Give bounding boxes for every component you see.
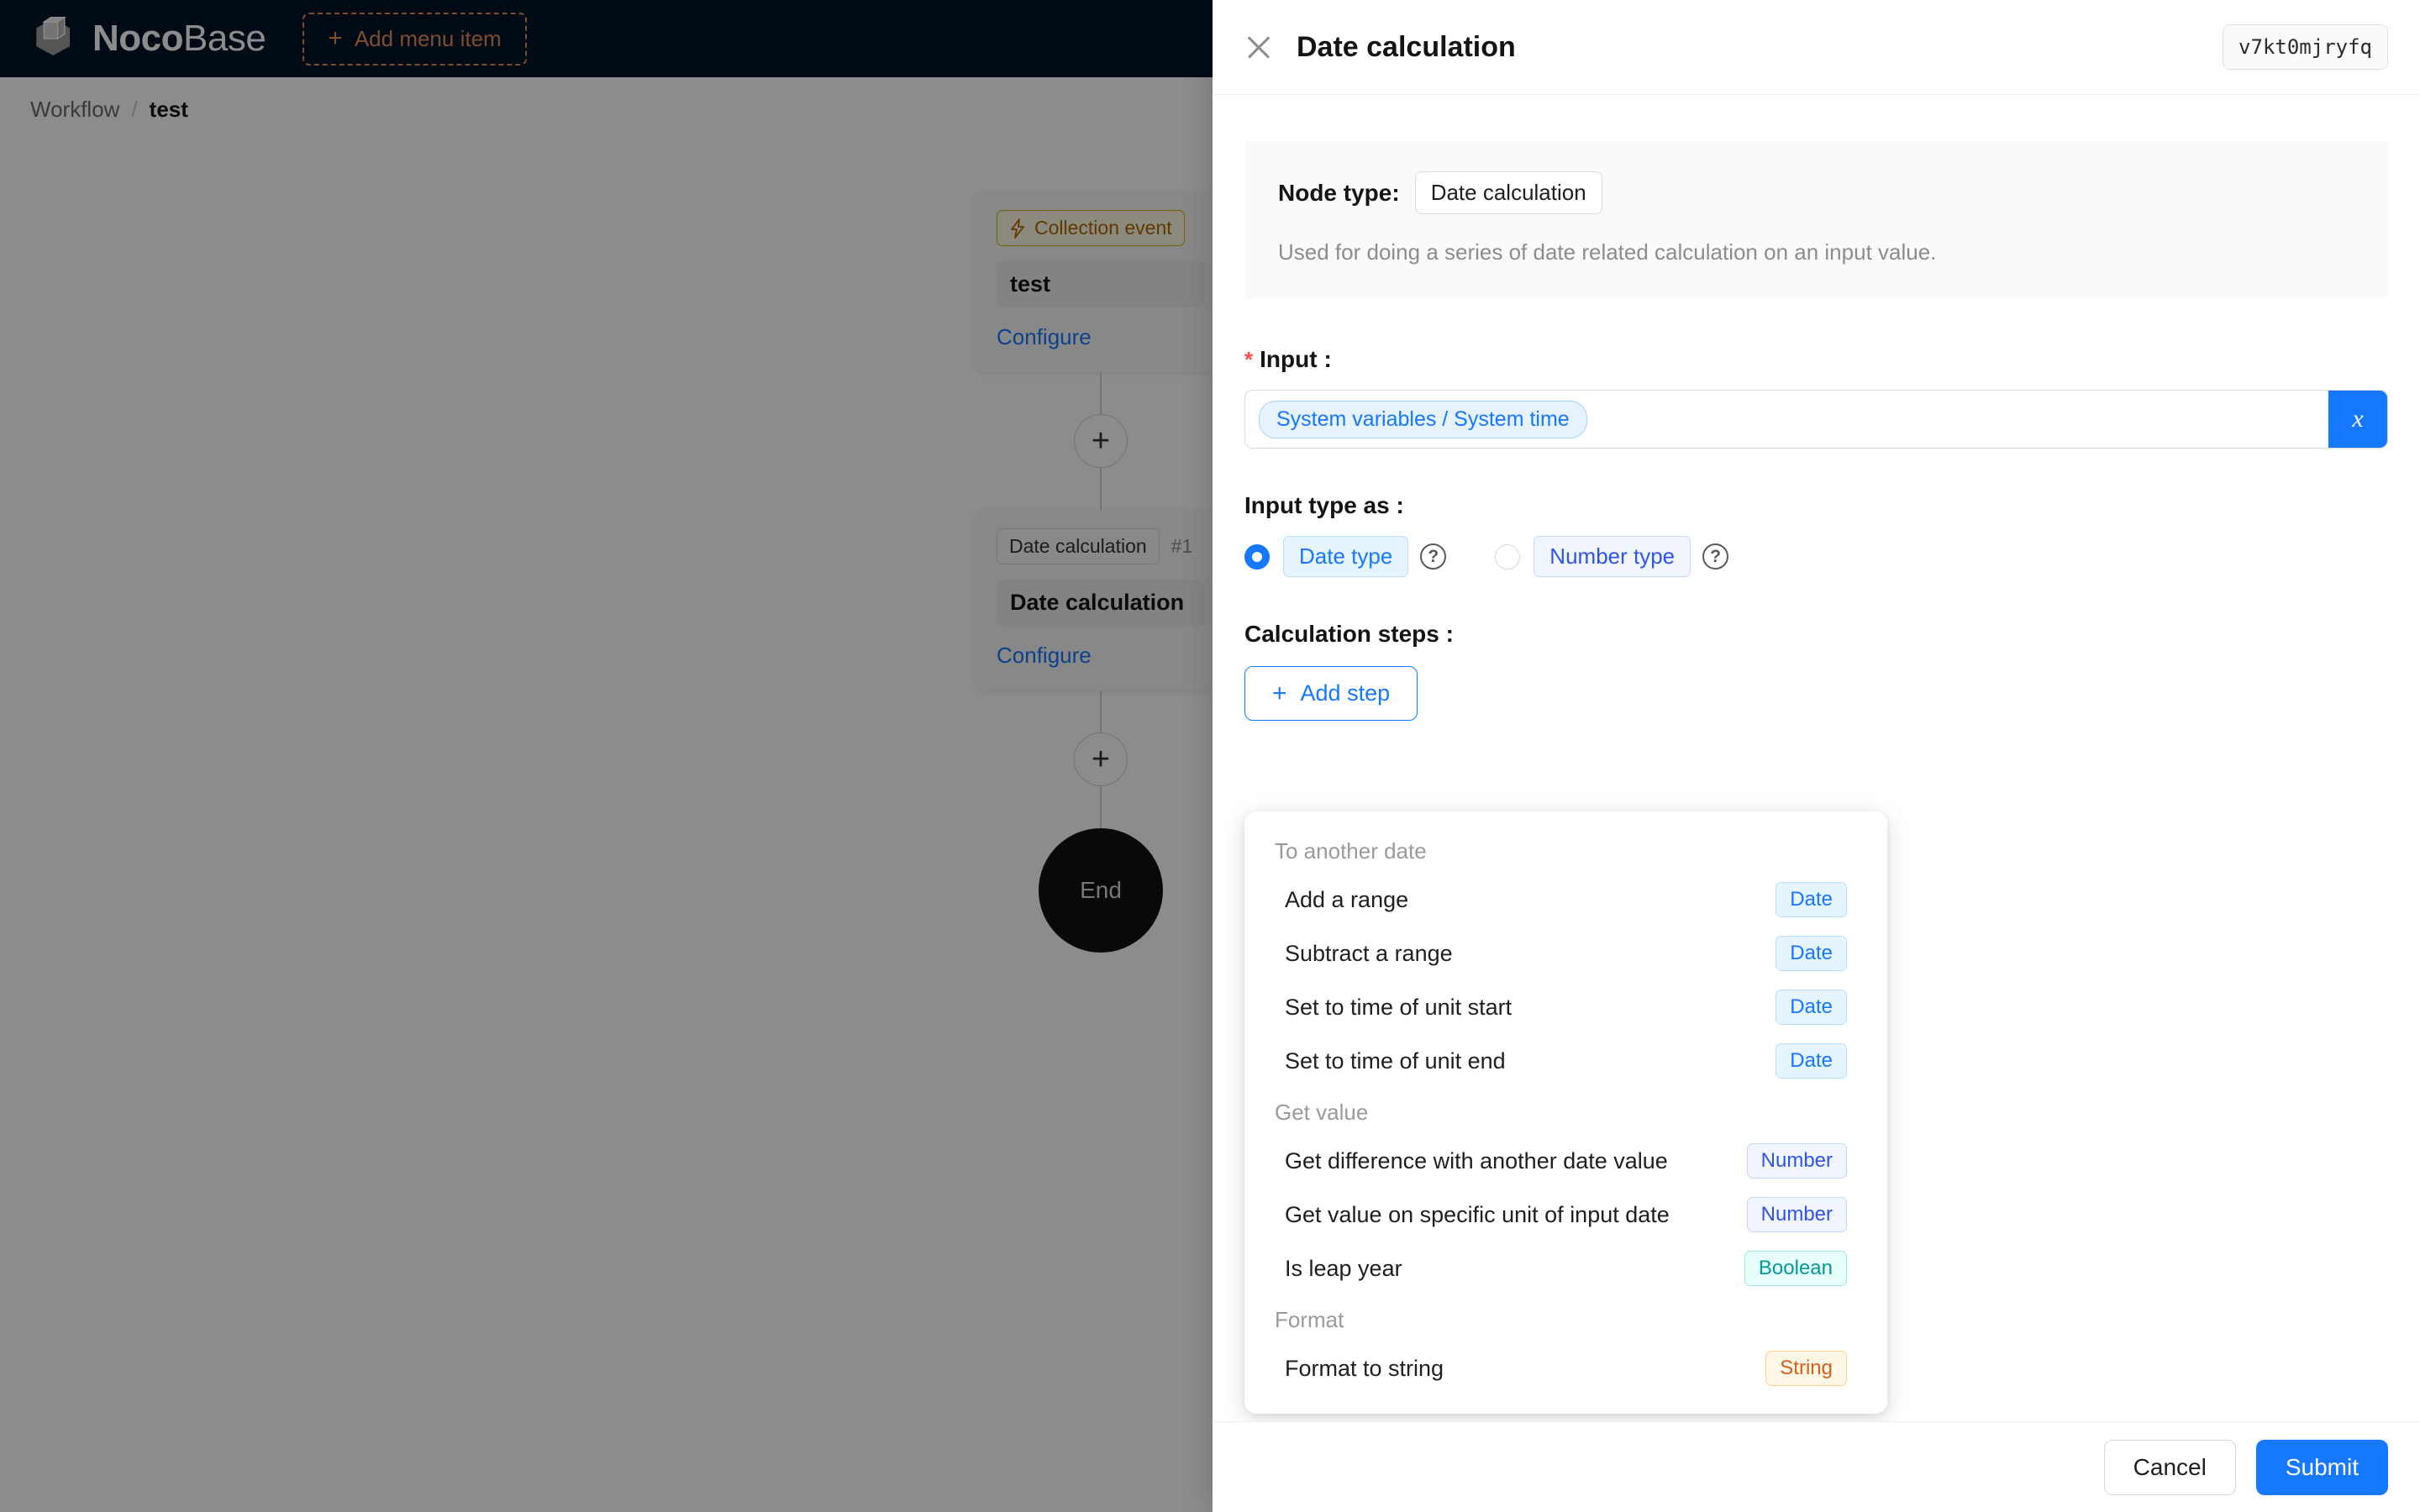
node-type-label: Node type:	[1278, 179, 1400, 206]
input-field[interactable]: System variables / System time x	[1244, 390, 2388, 449]
x-variable-icon-button[interactable]: x	[2328, 391, 2387, 448]
dropdown-item-set-to-time-of-unit-end[interactable]: Set to time of unit end Date	[1244, 1034, 1887, 1088]
dropdown-item-badge: Number	[1746, 1143, 1847, 1179]
radio-label-number-type[interactable]: Number type	[1534, 536, 1691, 577]
dropdown-item-badge: String	[1765, 1351, 1847, 1386]
cancel-button[interactable]: Cancel	[2103, 1439, 2236, 1495]
dropdown-group-title-to-another-date: To another date	[1275, 838, 1427, 864]
plus-icon: +	[1272, 679, 1287, 707]
radio-option-number-type[interactable]: Number type	[1495, 536, 1691, 577]
node-type-row: Node type: Date calculation	[1278, 171, 2354, 214]
dropdown-item-get-value-on-specific-unit-of-input-date[interactable]: Get value on specific unit of input date…	[1244, 1188, 1887, 1242]
question-circle-icon-date-type[interactable]: ?	[1420, 543, 1447, 570]
variable-tag[interactable]: System variables / System time	[1259, 400, 1587, 438]
close-icon[interactable]	[1244, 33, 1273, 61]
radio-dot-date-type[interactable]	[1244, 543, 1270, 570]
dropdown-item-label: Add a range	[1285, 886, 1409, 912]
drawer-body: Node type: Date calculation Used for doi…	[1213, 95, 2420, 1421]
dropdown-item-label: Set to time of unit end	[1285, 1047, 1506, 1074]
dropdown-item-label: Format to string	[1285, 1355, 1444, 1381]
calculation-steps-label: Calculation steps :	[1244, 621, 1454, 647]
required-asterisk: *	[1244, 347, 1254, 372]
radio-option-date-type[interactable]: Date type	[1244, 536, 1409, 577]
dropdown-group-title-format: Format	[1275, 1307, 1344, 1332]
submit-button[interactable]: Submit	[2255, 1439, 2388, 1495]
input-type-radio-group: Date type ? Number type ?	[1244, 536, 2388, 577]
dropdown-item-badge: Date	[1776, 936, 1847, 971]
input-field-label: * Input :	[1244, 346, 2388, 373]
dropdown-item-label: Subtract a range	[1285, 940, 1453, 966]
input-value-area[interactable]: System variables / System time	[1245, 391, 2328, 448]
dropdown-item-badge: Boolean	[1744, 1251, 1847, 1286]
question-circle-icon-number-type[interactable]: ?	[1702, 543, 1729, 570]
add-step-dropdown-menu: To another date Add a range Date Subtrac…	[1244, 811, 1887, 1414]
input-label-text: Input	[1260, 346, 1318, 372]
radio-dot-number-type[interactable]	[1495, 543, 1521, 570]
dropdown-group-title-get-value: Get value	[1275, 1100, 1369, 1125]
drawer-header: Date calculation v7kt0mjryfq	[1213, 0, 2420, 95]
add-step-button[interactable]: + Add step	[1244, 666, 1418, 721]
app-root: NocoBase + Add menu item Workflow / test	[0, 0, 2420, 1512]
input-type-label: Input type as :	[1244, 492, 1404, 518]
radio-label-date-type[interactable]: Date type	[1283, 536, 1409, 577]
dropdown-item-format-to-string[interactable]: Format to string String	[1244, 1341, 1887, 1395]
dropdown-item-badge: Date	[1776, 990, 1847, 1025]
dropdown-item-label: Is leap year	[1285, 1255, 1402, 1281]
node-id-chip[interactable]: v7kt0mjryfq	[2223, 24, 2388, 70]
node-type-info-box: Node type: Date calculation Used for doi…	[1244, 141, 2388, 299]
dropdown-item-add-a-range[interactable]: Add a range Date	[1244, 873, 1887, 927]
node-type-value-chip: Date calculation	[1414, 171, 1602, 214]
dropdown-item-set-to-time-of-unit-start[interactable]: Set to time of unit start Date	[1244, 980, 1887, 1034]
dropdown-item-get-difference-with-another-date-value[interactable]: Get difference with another date value N…	[1244, 1134, 1887, 1188]
dropdown-item-subtract-a-range[interactable]: Subtract a range Date	[1244, 927, 1887, 980]
dropdown-item-label: Get value on specific unit of input date	[1285, 1201, 1670, 1227]
dropdown-item-label: Get difference with another date value	[1285, 1147, 1668, 1173]
node-type-description: Used for doing a series of date related …	[1278, 239, 1937, 265]
input-label-colon: :	[1323, 346, 1332, 372]
dropdown-item-badge: Number	[1746, 1197, 1847, 1232]
drawer-title: Date calculation	[1297, 30, 1516, 63]
date-calculation-drawer: Date calculation v7kt0mjryfq Node type: …	[1213, 0, 2420, 1512]
dropdown-item-badge: Date	[1776, 1043, 1847, 1079]
dropdown-item-is-leap-year[interactable]: Is leap year Boolean	[1244, 1242, 1887, 1295]
dropdown-item-badge: Date	[1776, 882, 1847, 917]
dropdown-item-label: Set to time of unit start	[1285, 994, 1512, 1020]
add-step-label: Add step	[1300, 680, 1391, 706]
drawer-footer: Cancel Submit	[1213, 1421, 2420, 1512]
